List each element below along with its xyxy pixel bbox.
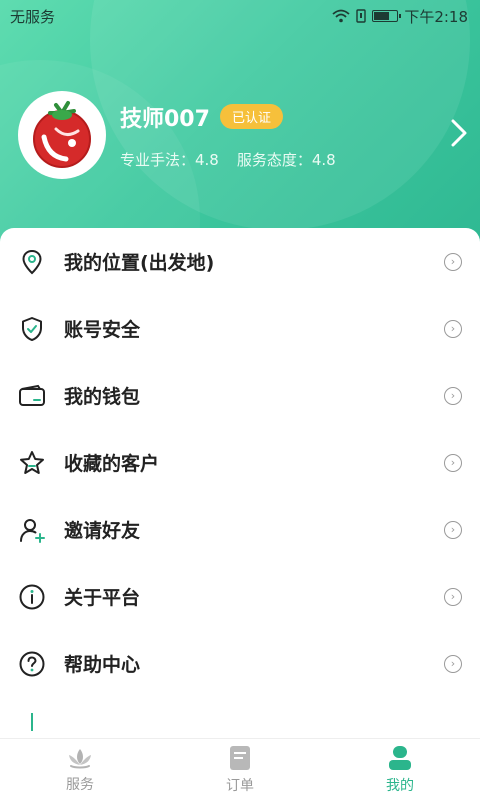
menu-item-label: 我的钱包 [64,386,141,408]
menu-item-account-security[interactable]: 账号安全 › [0,295,480,362]
user-icon [389,745,411,770]
menu-item-label: 邀请好友 [64,520,141,542]
tab-mine[interactable]: 我的 [320,739,480,800]
partial-icon [18,703,46,731]
skill-rating: 专业手法：4.8 [120,150,219,169]
menu-item-label: 帮助中心 [64,654,141,676]
location-pin-icon [18,248,46,276]
chevron-right-icon: › [444,319,462,338]
sim-icon [356,9,367,23]
menu-item-label: 关于平台 [64,587,141,609]
bottom-tab-bar: 服务 订单 我的 [0,738,480,800]
profile-info: 技师007 已认证 专业手法：4.8 服务态度：4.8 [120,101,468,170]
chevron-right-icon: › [444,587,462,606]
menu-item-label: 收藏的客户 [64,453,160,475]
wallet-icon [18,382,46,410]
chevron-right-icon: › [444,252,462,271]
tab-orders[interactable]: 订单 [160,739,320,800]
menu-item-label: 我的位置(出发地) [64,252,215,274]
name-row: 技师007 已认证 [120,101,468,133]
chevron-right-icon: › [444,386,462,405]
carrier-text: 无服务 [10,7,56,26]
verified-badge: 已认证 [219,104,283,129]
document-icon [230,745,250,770]
chevron-right-icon: › [444,654,462,673]
menu-item-help-center[interactable]: 帮助中心 › [0,630,480,697]
profile-header[interactable]: 技师007 已认证 专业手法：4.8 服务态度：4.8 [18,90,468,180]
menu-item-label: 账号安全 [64,319,141,341]
info-icon [18,583,46,611]
status-icons: 下午2:18 [332,6,468,27]
wifi-icon [332,9,350,23]
tomato-logo-icon [33,101,91,168]
chevron-right-icon[interactable] [450,118,468,156]
menu-item-location[interactable]: 我的位置(出发地) › [0,228,480,295]
help-icon [18,650,46,678]
tab-service[interactable]: 服务 [0,739,160,800]
clock-text: 下午2:18 [404,7,468,26]
menu-item-favorite-customers[interactable]: 收藏的客户 › [0,429,480,496]
menu-item-invite-friends[interactable]: 邀请好友 › [0,496,480,563]
add-user-icon [18,516,46,544]
chevron-right-icon: › [444,453,462,472]
battery-icon [372,10,402,22]
star-icon [18,449,46,477]
tab-label: 服务 [66,776,94,793]
menu-item-partial [0,697,480,737]
avatar[interactable] [18,91,106,179]
menu-list: 我的位置(出发地) › 账号安全 › 我的钱包 › 收藏的客户 › 邀请好友 ›… [0,228,480,738]
service-rating: 服务态度：4.8 [236,150,336,169]
menu-item-wallet[interactable]: 我的钱包 › [0,362,480,429]
shield-check-icon [18,315,46,343]
tab-label: 订单 [226,777,254,794]
tab-label: 我的 [386,777,414,794]
lotus-icon [69,748,91,768]
ratings: 专业手法：4.8 服务态度：4.8 [120,149,468,170]
user-name: 技师007 [120,106,210,132]
menu-item-about-platform[interactable]: 关于平台 › [0,563,480,630]
status-bar: 无服务 下午2:18 [0,0,480,32]
chevron-right-icon: › [444,520,462,539]
